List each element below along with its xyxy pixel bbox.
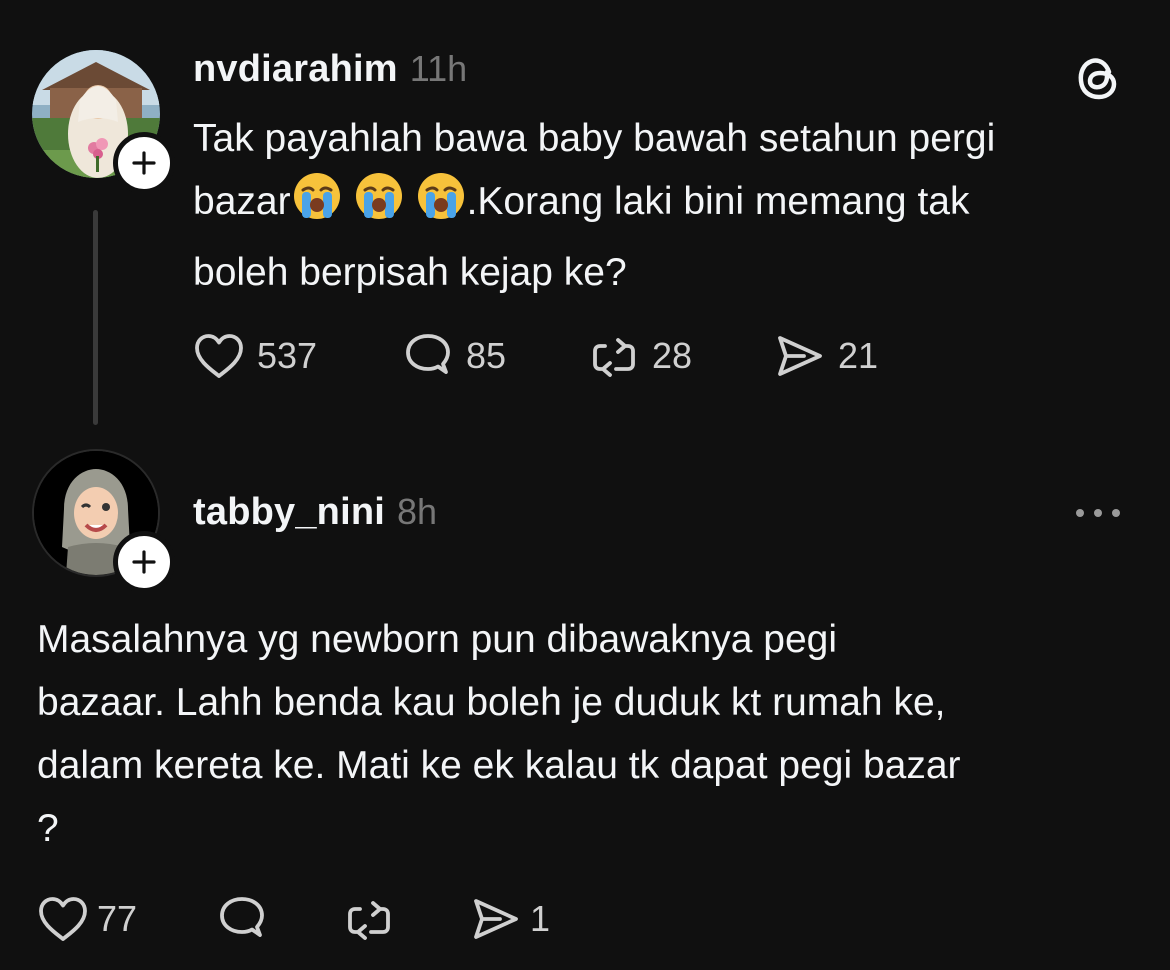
post-text: Tak payahlah bawa baby bawah setahun per… [193,107,1143,304]
post-text-line: boleh berpisah kejap ke? [193,251,627,294]
repost-count: 28 [652,335,693,376]
reply-text-line: bazaar. Lahh benda kau boleh je duduk kt… [37,681,946,724]
crying-face-icon [415,170,467,241]
comment-bubble-icon [220,897,264,937]
thread-line [93,210,98,425]
comment-bubble-icon [406,334,450,374]
share-count: 1 [530,898,551,939]
post-text-fragment: .Korang laki bini memang tak [466,180,970,223]
follow-plus-icon-1[interactable] [113,132,175,194]
more-options-icon[interactable] [1072,505,1124,526]
reply-text-line: ? [37,807,59,850]
repost-icon [593,338,635,377]
heart-icon [39,897,87,941]
reply-text-line: dalam kereta ke. Mati ke ek kalau tk dap… [37,744,961,787]
like-button[interactable]: 77 [37,895,137,943]
share-button[interactable]: 1 [470,895,550,943]
reply-text-line: Masalahnya yg newborn pun dibawaknya peg… [37,618,838,661]
reply-header: tabby_nini 8h [193,491,437,539]
post-text-line: Tak payahlah bawa baby bawah setahun per… [193,117,996,160]
follow-plus-icon-2[interactable] [113,531,175,593]
heart-icon [195,334,243,378]
post-header: nvdiarahim 11h [193,48,467,96]
username[interactable]: nvdiarahim [193,48,398,91]
reply-button[interactable]: 85 [402,332,506,380]
send-icon [778,336,822,376]
share-count: 21 [838,335,879,376]
share-button[interactable]: 21 [774,332,878,380]
timestamp: 8h [397,491,438,532]
post-text-fragment: bazar [193,180,291,223]
timestamp: 11h [409,48,468,89]
reply-text: Masalahnya yg newborn pun dibawaknya peg… [37,608,1147,860]
threads-logo-icon[interactable] [1073,53,1123,108]
like-count: 537 [257,335,318,376]
send-icon [474,899,518,939]
reply-count: 85 [466,335,507,376]
repost-button[interactable] [343,895,395,943]
username[interactable]: tabby_nini [193,491,385,534]
like-count: 77 [97,898,138,939]
repost-button[interactable]: 28 [588,332,692,380]
like-button[interactable]: 537 [193,332,317,380]
post-text-line: bazar .Korang laki bini memang tak [193,170,1143,241]
crying-face-icon [291,170,343,241]
reply-button[interactable] [216,895,268,943]
repost-icon [348,901,390,940]
crying-face-icon [353,170,405,241]
